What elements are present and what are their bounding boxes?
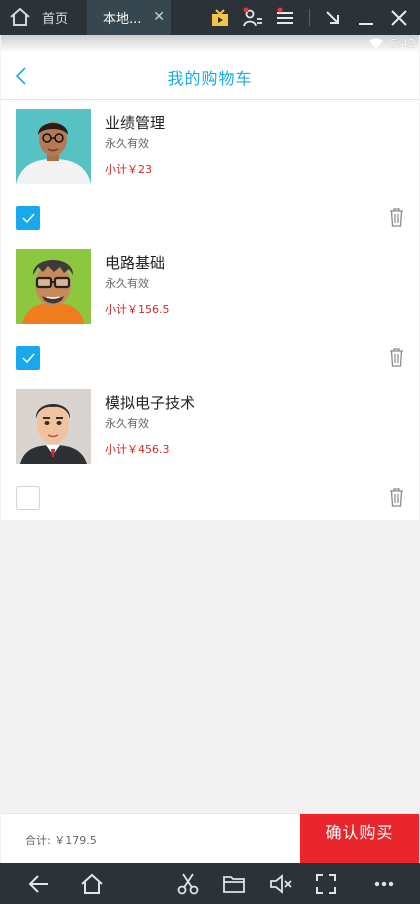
course-validity: 永久有效: [105, 137, 149, 150]
checkmark-icon: [22, 213, 35, 224]
tab-local-label: 本地...: [103, 12, 142, 27]
emulator-bottom-bar: [0, 863, 420, 904]
trash-icon[interactable]: [388, 487, 405, 507]
total-amount: 合计: ￥179.5: [25, 834, 97, 847]
confirm-purchase-button[interactable]: 确认购买: [300, 814, 419, 864]
user-manage-icon[interactable]: [242, 7, 264, 29]
app-header: 我的购物车: [1, 53, 419, 100]
woman-portrait-image: [16, 109, 91, 184]
folder-icon[interactable]: [222, 872, 246, 896]
menu-icon[interactable]: [274, 7, 296, 29]
scissors-icon[interactable]: [176, 872, 200, 896]
volume-mute-icon[interactable]: [269, 872, 293, 896]
course-subtotal: 小计￥23: [105, 163, 152, 176]
cart-item: 模拟电子技术 永久有效 小计￥456.3: [1, 380, 419, 520]
cart-list: 业绩管理 永久有效 小计￥23 电路基础 永久有效 小计￥156.5 模拟电子技…: [1, 100, 419, 520]
tab-home[interactable]: 首页: [36, 0, 86, 35]
item-checkbox[interactable]: [16, 206, 40, 230]
status-bar: 5:42: [1, 35, 419, 53]
status-time: 5:42: [390, 37, 415, 50]
course-subtotal: 小计￥456.3: [105, 443, 170, 456]
checkmark-icon: [22, 353, 35, 364]
tab-local[interactable]: 本地... ✕: [87, 0, 171, 35]
course-name: 电路基础: [105, 254, 166, 272]
cart-footer: 合计: ￥179.5 确认购买: [1, 813, 419, 864]
course-thumbnail[interactable]: [16, 389, 91, 464]
toolbar-divider: [309, 9, 310, 26]
course-thumbnail[interactable]: [16, 249, 91, 324]
tv-icon[interactable]: [209, 7, 231, 29]
close-icon[interactable]: [388, 7, 410, 29]
course-validity: 永久有效: [105, 417, 149, 430]
fullscreen-icon[interactable]: [314, 872, 338, 896]
cart-item: 电路基础 永久有效 小计￥156.5: [1, 240, 419, 380]
minimize-to-corner-icon[interactable]: [322, 7, 344, 29]
course-subtotal: 小计￥156.5: [105, 303, 170, 316]
course-name: 模拟电子技术: [105, 394, 196, 412]
course-validity: 永久有效: [105, 277, 149, 290]
tab-home-label: 首页: [42, 12, 69, 27]
trash-icon[interactable]: [388, 207, 405, 227]
businessman-avatar-image: [16, 389, 91, 464]
item-checkbox[interactable]: [16, 346, 40, 370]
course-name: 业绩管理: [105, 114, 166, 132]
item-checkbox[interactable]: [16, 486, 40, 510]
emulator-top-bar: 首页 本地... ✕: [0, 0, 420, 35]
page-title: 我的购物车: [167, 69, 253, 88]
close-tab-icon[interactable]: ✕: [153, 9, 165, 25]
more-options-icon[interactable]: [372, 872, 396, 896]
minimize-icon[interactable]: [355, 7, 377, 29]
cartoon-man-avatar-image: [16, 249, 91, 324]
wifi-icon: [369, 38, 383, 49]
course-thumbnail[interactable]: [16, 109, 91, 184]
back-icon[interactable]: [27, 872, 51, 896]
cart-item: 业绩管理 永久有效 小计￥23: [1, 100, 419, 240]
home-icon[interactable]: [9, 6, 31, 28]
trash-icon[interactable]: [388, 347, 405, 367]
home-nav-icon[interactable]: [80, 872, 104, 896]
